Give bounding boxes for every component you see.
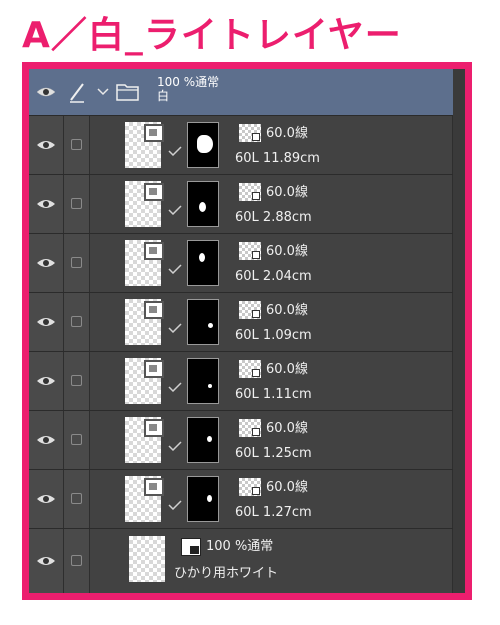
- lock-checkbox[interactable]: [71, 257, 82, 268]
- eye-icon[interactable]: [36, 316, 56, 328]
- layer-row[interactable]: 60.0線 60L 1.11cm: [29, 352, 453, 411]
- layer-mask: [187, 240, 219, 286]
- layer-row[interactable]: 60.0線 60L 2.04cm: [29, 234, 453, 293]
- eye-icon[interactable]: [36, 86, 56, 98]
- layer-line-info: 60.0線: [266, 362, 308, 377]
- layer-name: 60L 1.25cm: [235, 446, 312, 461]
- layer-name: 60L 1.09cm: [235, 328, 312, 343]
- layer-name: 60L 2.88cm: [235, 210, 312, 225]
- raster-layer-icon: [144, 242, 164, 260]
- layer-mask: [187, 299, 219, 345]
- line-halftone-icon: [239, 124, 261, 142]
- layer-line-info: 60.0線: [266, 244, 308, 259]
- check-link-icon: [168, 441, 182, 451]
- eye-icon[interactable]: [36, 257, 56, 269]
- layer-folder-row[interactable]: 100 %通常 白: [29, 69, 453, 116]
- layer-name: 60L 2.04cm: [235, 269, 312, 284]
- layer-row[interactable]: 60.0線 60L 11.89cm: [29, 116, 453, 175]
- line-halftone-icon: [239, 419, 261, 437]
- folder-icon: [116, 84, 139, 101]
- eye-icon[interactable]: [36, 555, 56, 567]
- layer-panel: 100 %通常 白 60.0線 60L 11.89cm 60.0線 60L 2.…: [29, 69, 465, 593]
- line-halftone-icon: [239, 478, 261, 496]
- page-title: A／白_ライトレイヤー: [22, 15, 402, 56]
- line-halftone-icon: [239, 301, 261, 319]
- layer-mask: [187, 181, 219, 227]
- layer-row[interactable]: 60.0線 60L 1.09cm: [29, 293, 453, 352]
- layer-thumbnail: [129, 536, 165, 582]
- eye-icon[interactable]: [36, 139, 56, 151]
- lock-checkbox[interactable]: [71, 434, 82, 445]
- highlight-frame: 100 %通常 白 60.0線 60L 11.89cm 60.0線 60L 2.…: [22, 62, 472, 600]
- eye-icon[interactable]: [36, 198, 56, 210]
- raster-layer-icon: [144, 360, 164, 378]
- chevron-down-icon[interactable]: [97, 88, 109, 96]
- layer-row[interactable]: 60.0線 60L 1.25cm: [29, 411, 453, 470]
- layer-line-info: 60.0線: [266, 303, 308, 318]
- line-halftone-icon: [239, 242, 261, 260]
- check-link-icon: [168, 205, 182, 215]
- layer-line-info: 60.0線: [266, 421, 308, 436]
- layer-mask: [187, 122, 219, 168]
- layer-line-info: 60.0線: [266, 480, 308, 495]
- scrollbar[interactable]: [452, 69, 465, 593]
- eye-icon[interactable]: [36, 493, 56, 505]
- layer-opacity-blend: 100 %通常: [206, 539, 274, 554]
- lock-checkbox[interactable]: [71, 555, 82, 566]
- check-link-icon: [168, 500, 182, 510]
- line-halftone-icon: [239, 360, 261, 378]
- lock-checkbox[interactable]: [71, 375, 82, 386]
- blend-mode-icon: [181, 538, 201, 556]
- layer-name: 60L 11.89cm: [235, 151, 320, 166]
- eye-icon[interactable]: [36, 434, 56, 446]
- lock-checkbox[interactable]: [71, 139, 82, 150]
- raster-layer-icon: [144, 183, 164, 201]
- raster-layer-icon: [144, 478, 164, 496]
- folder-blend-label: 100 %通常 白: [157, 75, 219, 103]
- layer-line-info: 60.0線: [266, 185, 308, 200]
- check-link-icon: [168, 382, 182, 392]
- raster-layer-icon: [144, 301, 164, 319]
- layer-row[interactable]: 100 %通常 ひかり用ホワイト: [29, 529, 453, 593]
- layer-mask: [187, 476, 219, 522]
- folder-opacity-blend: 100 %通常: [157, 75, 220, 89]
- layer-line-info: 60.0線: [266, 126, 308, 141]
- layer-name: ひかり用ホワイト: [174, 566, 279, 581]
- layer-name: 60L 1.11cm: [235, 387, 312, 402]
- lock-checkbox[interactable]: [71, 198, 82, 209]
- layer-mask: [187, 417, 219, 463]
- check-link-icon: [168, 323, 182, 333]
- folder-name: 白: [157, 89, 170, 103]
- raster-layer-icon: [144, 419, 164, 437]
- line-halftone-icon: [239, 183, 261, 201]
- layer-row[interactable]: 60.0線 60L 1.27cm: [29, 470, 453, 529]
- lock-checkbox[interactable]: [71, 316, 82, 327]
- eye-icon[interactable]: [36, 375, 56, 387]
- pen-icon[interactable]: [68, 81, 86, 103]
- lock-checkbox[interactable]: [71, 493, 82, 504]
- layer-mask: [187, 358, 219, 404]
- check-link-icon: [168, 146, 182, 156]
- layer-name: 60L 1.27cm: [235, 505, 312, 520]
- check-link-icon: [168, 264, 182, 274]
- layer-row[interactable]: 60.0線 60L 2.88cm: [29, 175, 453, 234]
- raster-layer-icon: [144, 124, 164, 142]
